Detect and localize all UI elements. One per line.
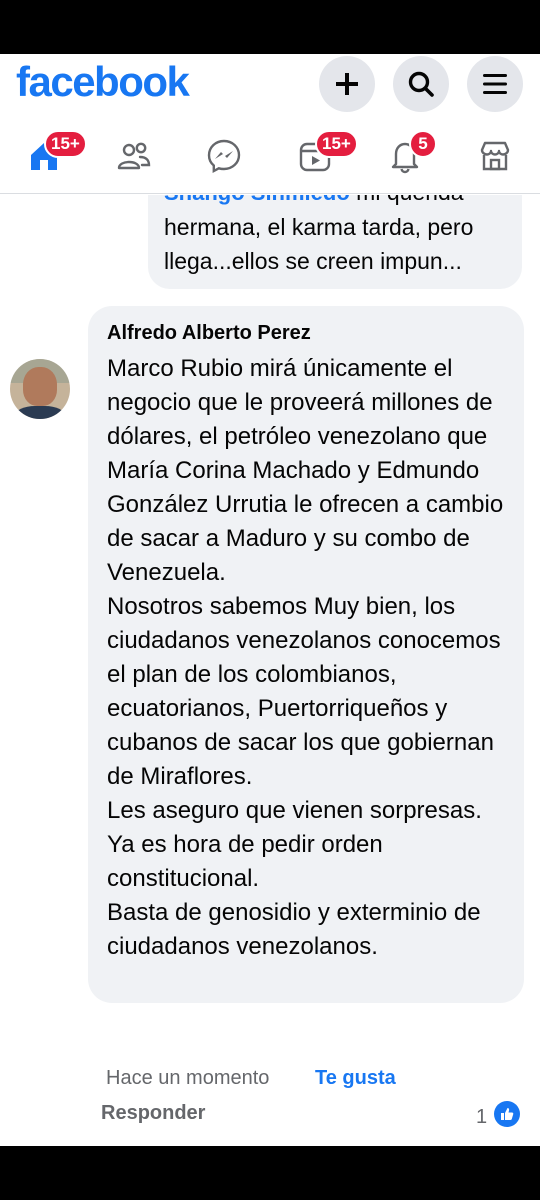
comment-timestamp: Hace un momento <box>106 1067 270 1089</box>
nav-marketplace[interactable] <box>471 132 519 180</box>
previous-comment-line1: mi querida <box>350 195 463 205</box>
thumbs-up-icon <box>501 1108 514 1120</box>
marketplace-icon <box>480 141 510 171</box>
hamburger-icon <box>483 74 507 94</box>
friends-icon <box>117 142 151 170</box>
avatar-shirt <box>14 405 66 419</box>
like-reaction-icon[interactable] <box>494 1101 520 1127</box>
nav-friends[interactable] <box>110 132 158 180</box>
plus-icon <box>336 73 358 95</box>
reply-button[interactable]: Responder <box>101 1102 205 1125</box>
comments-list: Shango Sinmiedo mi querida hermana, el k… <box>0 195 540 1146</box>
previous-comment-author[interactable]: Shango Sinmiedo <box>164 195 350 205</box>
nav-notifications[interactable]: 5 <box>381 130 437 180</box>
reaction-count[interactable]: 1 <box>476 1106 487 1129</box>
comment-text: Marco Rubio mirá únicamente el negocio q… <box>107 355 504 960</box>
search-icon <box>408 71 434 97</box>
home-badge: 15+ <box>44 130 87 158</box>
previous-comment-bubble[interactable]: Shango Sinmiedo mi querida hermana, el k… <box>148 195 522 289</box>
previous-comment-rest: hermana, el karma tarda, pero llega...el… <box>164 214 474 274</box>
previous-comment-text: Shango Sinmiedo mi querida hermana, el k… <box>164 195 506 278</box>
comment-bubble[interactable]: Alfredo Alberto Perez Marco Rubio mirá ú… <box>88 306 524 1003</box>
main-nav: 15+ 15+ 5 <box>0 122 540 194</box>
nav-home[interactable]: 15+ <box>20 130 87 180</box>
comment-author[interactable]: Alfredo Alberto Perez <box>107 320 505 346</box>
facebook-logo[interactable]: facebook <box>16 58 190 106</box>
phone-screen: facebook 15+ 15+ 5 hermana, el karma tar… <box>0 0 540 1200</box>
messenger-icon <box>207 139 241 174</box>
avatar[interactable] <box>10 359 70 419</box>
facebook-app: facebook 15+ 15+ 5 hermana, el karma tar… <box>0 54 540 1146</box>
video-badge: 15+ <box>315 130 358 158</box>
nav-video[interactable]: 15+ <box>291 130 358 180</box>
like-button[interactable]: Te gusta <box>315 1067 396 1090</box>
menu-button[interactable] <box>467 56 523 112</box>
notifications-badge: 5 <box>409 130 437 158</box>
search-button[interactable] <box>393 56 449 112</box>
create-button[interactable] <box>319 56 375 112</box>
avatar-face <box>23 367 57 406</box>
nav-messenger[interactable] <box>200 132 248 180</box>
